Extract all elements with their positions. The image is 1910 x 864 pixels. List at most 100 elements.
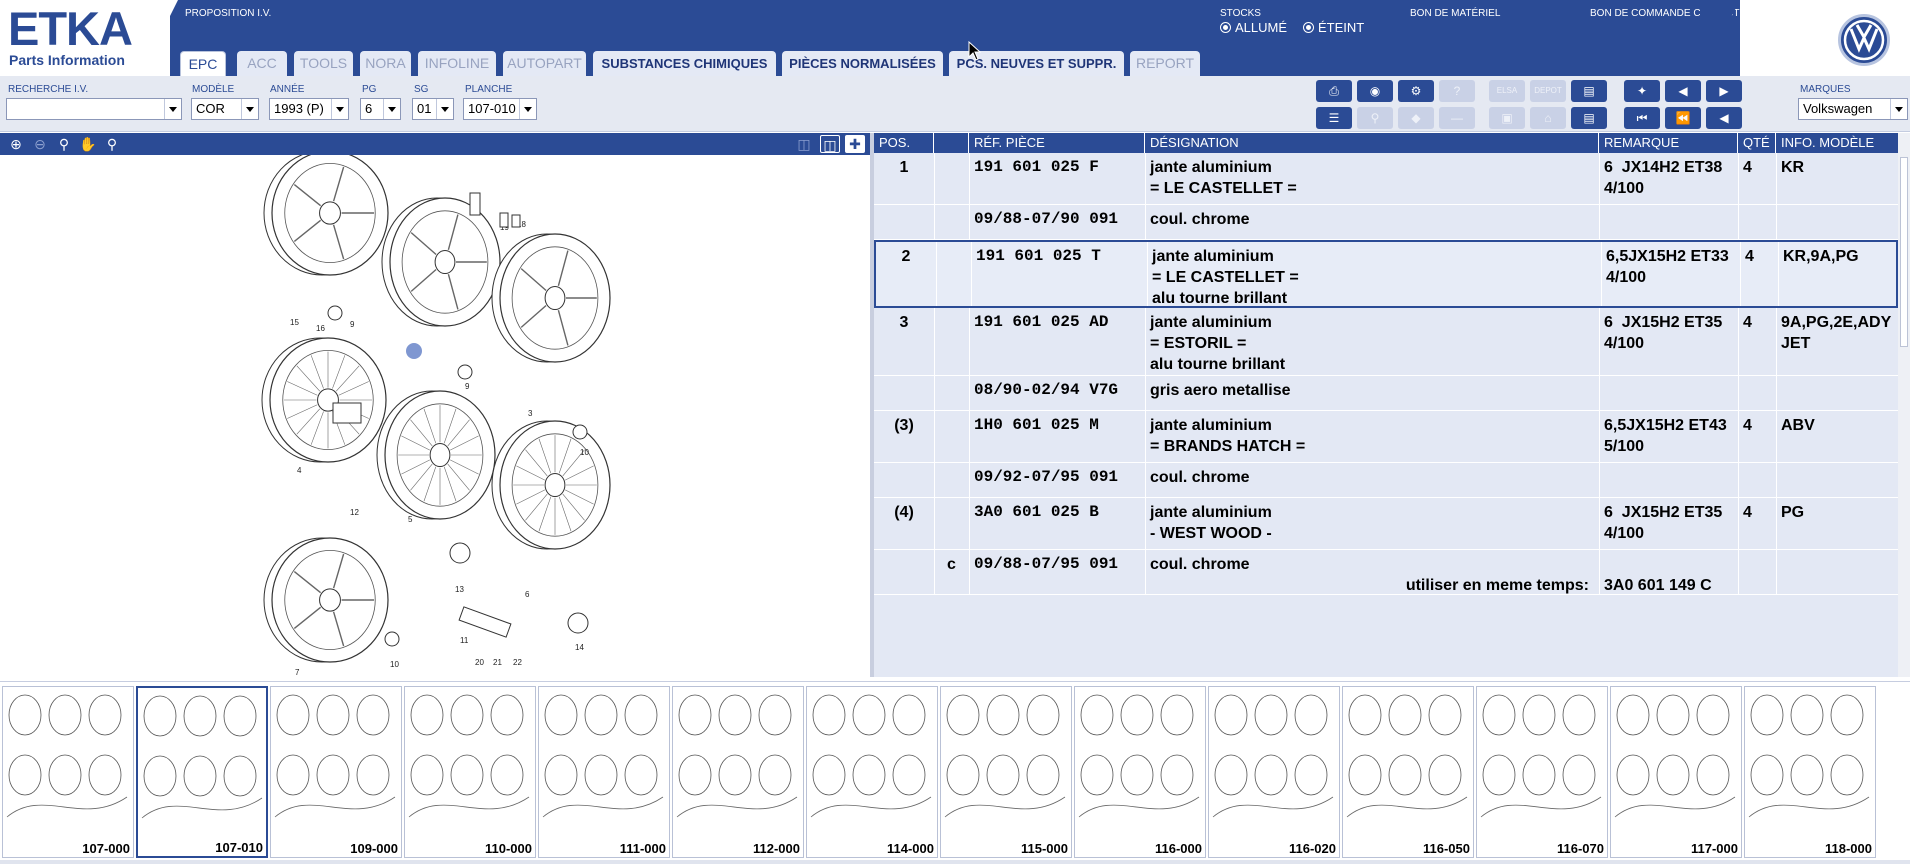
plate-thumbnail[interactable]: 116-000 (1074, 686, 1206, 858)
col-designation[interactable]: DÉSIGNATION (1145, 133, 1599, 153)
stocks-off-radio[interactable]: ÉTEINT (1303, 20, 1364, 35)
print-button[interactable]: ⎙ (1316, 80, 1352, 102)
plate-thumbnail[interactable]: 112-000 (672, 686, 804, 858)
chevron-down-icon[interactable] (241, 99, 258, 119)
col-ref[interactable]: RÉF. PIÈCE (969, 133, 1145, 153)
table-row[interactable]: 1 191 601 025 F jante aluminium = LE CASTE… (874, 153, 1898, 205)
scrollbar-thumb[interactable] (1900, 157, 1908, 347)
plate-thumbnail[interactable]: 116-050 (1342, 686, 1474, 858)
plate-thumbnail[interactable]: 117-000 (1610, 686, 1742, 858)
move-icon[interactable]: ✚ (845, 135, 865, 153)
cell-ref: 191 601 025 T (976, 247, 1101, 265)
plate-thumbnail[interactable]: 115-000 (940, 686, 1072, 858)
plate-thumbnail[interactable]: 111-000 (538, 686, 670, 858)
tab-nora[interactable]: NORA (360, 51, 411, 76)
plate-thumbnail[interactable]: 109-000 (270, 686, 402, 858)
cart-button[interactable]: ▤ (1571, 80, 1607, 102)
plate-thumbnail[interactable]: 116-070 (1476, 686, 1608, 858)
panel-view-icon[interactable]: ◫ (820, 135, 840, 153)
table-row[interactable]: 09/88-07/90 091 coul. chrome (874, 205, 1898, 240)
zoom-hand-icon[interactable]: ✋ (78, 135, 98, 153)
tab-acc[interactable]: ACC (237, 51, 287, 76)
info-button[interactable]: ? (1439, 80, 1475, 102)
chevron-down-icon[interactable] (519, 99, 536, 119)
part-cap (572, 424, 588, 440)
chevron-down-icon[interactable] (436, 99, 453, 119)
zoom-out-icon[interactable]: ⊖ (30, 135, 50, 153)
plate-thumbnail[interactable]: 107-000 (2, 686, 134, 858)
col-flag[interactable] (934, 133, 969, 153)
col-qty[interactable]: QTÉ (1738, 133, 1776, 153)
table-row[interactable]: 2 191 601 025 T jante aluminium = LE CASTE… (874, 240, 1898, 308)
tab-report[interactable]: REPORT (1130, 51, 1200, 76)
plate-thumbnail[interactable]: 118-000 (1744, 686, 1876, 858)
tab-epc[interactable]: EPC (180, 51, 226, 76)
sg-select[interactable]: 01 (412, 98, 454, 120)
table-row[interactable]: 3 191 601 025 AD jante aluminium = ESTORIL… (874, 308, 1898, 376)
search-input[interactable] (6, 98, 182, 120)
prev-page-button[interactable]: ◀ (1665, 80, 1701, 102)
footnote-ref[interactable]: 3A0 601 149 C (1599, 571, 1779, 594)
pg-select[interactable]: 6 (360, 98, 401, 120)
plate-thumbnail[interactable]: 116-020 (1208, 686, 1340, 858)
pin-button[interactable]: ✦ (1624, 80, 1660, 102)
first-button[interactable]: ⏮ (1624, 107, 1660, 129)
plate-thumbnail[interactable]: 107-010 (136, 686, 268, 858)
depot-button[interactable]: DEPOT (1530, 80, 1566, 102)
column-divider (969, 550, 970, 594)
layout-button[interactable]: ▣ (1489, 107, 1525, 129)
chevron-down-icon[interactable] (331, 99, 348, 119)
list-button[interactable]: ☰ (1316, 107, 1352, 129)
plate-select[interactable]: 107-010 (463, 98, 537, 120)
chevron-down-icon[interactable] (1890, 99, 1907, 119)
thumbnail-line (1480, 796, 1602, 818)
left-button[interactable]: ◀ (1706, 107, 1742, 129)
tab-infoline[interactable]: INFOLINE (418, 51, 496, 76)
tab-substances-chimiques[interactable]: SUBSTANCES CHIMIQUES (593, 51, 776, 76)
tab-autopart[interactable]: AUTOPART (503, 51, 586, 76)
tab-pieces-normalisees[interactable]: PIÈCES NORMALISÉES (782, 51, 943, 76)
table-scrollbar[interactable] (1898, 133, 1910, 677)
elsa-button[interactable]: ELSA (1489, 80, 1525, 102)
table-row[interactable]: c 09/88-07/95 091 coul. chrome utiliser en … (874, 550, 1898, 595)
parts-button[interactable]: ⚙ (1398, 80, 1434, 102)
next-page-button[interactable]: ▶ (1706, 80, 1742, 102)
cart-add-button[interactable]: ▤ (1571, 107, 1607, 129)
wheel-diagram-image: 171918151692931041251361114202122107 (261, 150, 611, 677)
year-select[interactable]: 1993 (P) (269, 98, 349, 120)
thumbnail-scrollbar[interactable] (0, 860, 1910, 864)
table-row[interactable]: 09/92-07/95 091 coul. chrome (874, 463, 1898, 498)
col-model-info[interactable]: INFO. MODÈLE (1776, 133, 1898, 153)
thumbnail-part (544, 694, 578, 736)
column-divider (1738, 463, 1739, 497)
model-select[interactable]: COR (191, 98, 259, 120)
table-row[interactable]: 08/90-02/94 V7G gris aero metallise (874, 376, 1898, 411)
thumbnail-part (892, 754, 926, 796)
chevron-down-icon[interactable] (383, 99, 400, 119)
col-pos[interactable]: POS. (874, 133, 934, 153)
split-view-icon[interactable]: ◫ (794, 135, 814, 153)
line-button[interactable]: — (1439, 107, 1475, 129)
tab-tools[interactable]: TOOLS (294, 51, 353, 76)
home-button[interactable]: ⌂ (1530, 107, 1566, 129)
brands-select[interactable]: Volkswagen (1798, 98, 1908, 120)
col-remark[interactable]: REMARQUE (1599, 133, 1738, 153)
car-button[interactable]: ◆ (1398, 107, 1434, 129)
plate-thumbnail[interactable]: 110-000 (404, 686, 536, 858)
chevron-down-icon[interactable] (164, 99, 181, 119)
plate-thumbnail-image (1614, 694, 1736, 818)
stocks-on-radio[interactable]: ALLUMÉ (1220, 20, 1287, 35)
disc-button[interactable]: ◉ (1357, 80, 1393, 102)
proposal-label[interactable]: PROPOSITION I.V. (185, 8, 271, 19)
magnifier-icon[interactable]: ⚲ (102, 135, 122, 153)
zoom-fit-icon[interactable]: ⚲ (54, 135, 74, 153)
key-button[interactable]: ⚲ (1357, 107, 1393, 129)
table-row[interactable]: (3) 1H0 601 025 M jante aluminium = BRANDS… (874, 411, 1898, 463)
exploded-diagram[interactable]: 171918151692931041251361114202122107 (0, 150, 870, 677)
zoom-in-icon[interactable]: ⊕ (6, 135, 26, 153)
thumbnail-label: 109-000 (350, 841, 398, 856)
material-voucher-link[interactable]: BON DE MATÉRIEL (1410, 8, 1500, 19)
back-button[interactable]: ⏪ (1665, 107, 1701, 129)
table-row[interactable]: (4) 3A0 601 025 B jante aluminium - WEST W… (874, 498, 1898, 550)
plate-thumbnail[interactable]: 114-000 (806, 686, 938, 858)
